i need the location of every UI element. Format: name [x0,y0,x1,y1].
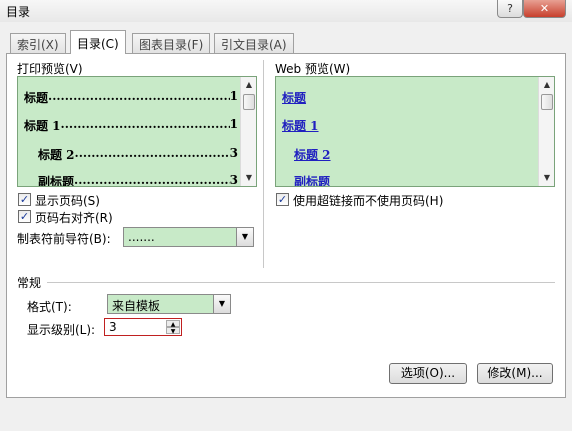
use-hyperlinks-checkbox[interactable]: ✓ [276,193,289,206]
print-toc-page: 1 [229,117,238,131]
web-preview-scrollbar[interactable]: ▲ ▼ [538,77,554,186]
print-toc-line: 标题 1 [24,89,238,106]
print-toc-line: 标题 2 3 [38,146,238,163]
print-toc-text: 副标题 [38,175,75,187]
show-page-numbers-checkbox[interactable]: ✓ [18,193,31,206]
right-align-label: 页码右对齐(R) [35,211,113,225]
show-page-numbers-label: 显示页码(S) [35,194,100,208]
title-bar: 目录 ? ✕ [0,0,572,22]
column-divider [263,60,264,268]
scroll-thumb[interactable] [243,94,255,110]
print-preview-label: 打印预览(V) [17,62,83,76]
modify-button[interactable]: 修改(M)... [477,363,553,384]
web-toc-link[interactable]: 标题 [282,89,306,106]
scroll-down-icon[interactable]: ▼ [241,170,256,186]
help-icon: ? [507,2,513,15]
toc-panel: 打印预览(V) 标题 1 标题 1 1 标题 2 3 副标题 3 ▲ ▼ ✓ 显示页码(… [6,53,566,398]
format-value: 来自模板 [112,299,161,313]
scroll-up-icon[interactable]: ▲ [241,77,256,93]
print-preview-box: 标题 1 标题 1 1 标题 2 3 副标题 3 ▲ ▼ [17,76,257,187]
print-preview-scrollbar[interactable]: ▲ ▼ [240,77,256,186]
scroll-up-icon[interactable]: ▲ [539,77,554,93]
web-preview-label: Web 预览(W) [275,62,351,76]
tab-leader-value: ....... [128,230,155,244]
right-align-checkbox[interactable]: ✓ [18,210,31,223]
format-select[interactable]: 来自模板 ▼ [107,294,231,314]
tab-index[interactable]: 索引(X) [10,33,66,53]
scroll-thumb[interactable] [541,94,553,110]
web-preview-box: 标题 标题 1 标题 2 副标题 ▲ ▼ [275,76,555,187]
tab-toc[interactable]: 目录(C) [70,30,126,54]
window-title: 目录 [6,5,31,19]
close-icon: ✕ [539,2,550,15]
close-button[interactable]: ✕ [523,0,566,18]
print-toc-page: 1 [229,89,238,103]
help-button[interactable]: ? [497,0,523,18]
print-toc-page: 3 [229,173,238,187]
levels-value[interactable]: 3 [109,320,117,334]
print-toc-text: 标题 [24,91,49,105]
print-toc-line: 副标题 3 [38,173,238,187]
tab-leader-select[interactable]: ....... ▼ [123,227,254,247]
tab-citations[interactable]: 引文目录(A) [214,33,294,53]
web-toc-link[interactable]: 标题 2 [294,146,331,163]
use-hyperlinks-label: 使用超链接而不使用页码(H) [293,194,444,208]
tab-leader-label: 制表符前导符(B): [17,232,111,246]
chevron-down-icon[interactable]: ▼ [213,295,230,313]
print-toc-dots [75,146,230,163]
tab-figures[interactable]: 图表目录(F) [132,33,211,53]
levels-stepper[interactable]: 3 ▲ ▼ [104,318,182,336]
general-section-label: 常规 [17,276,42,290]
web-toc-link[interactable]: 副标题 [294,173,330,186]
chevron-down-icon[interactable]: ▼ [236,228,253,246]
scroll-down-icon[interactable]: ▼ [539,170,554,186]
levels-label: 显示级别(L): [27,323,96,337]
spin-down-icon[interactable]: ▼ [166,327,180,335]
print-toc-dots [74,173,230,186]
format-label: 格式(T): [27,300,72,314]
web-toc-link[interactable]: 标题 1 [282,117,319,134]
spin-buttons[interactable]: ▲ ▼ [166,320,180,335]
print-toc-text: 标题 1 [24,119,61,133]
print-toc-page: 3 [229,146,238,160]
print-toc-line: 标题 1 1 [24,117,238,134]
spin-up-icon[interactable]: ▲ [166,320,180,328]
print-toc-text: 标题 2 [38,148,75,162]
print-toc-dots [61,117,230,134]
general-divider [47,282,555,283]
options-button[interactable]: 选项(O)... [389,363,467,384]
print-toc-dots [48,89,230,106]
